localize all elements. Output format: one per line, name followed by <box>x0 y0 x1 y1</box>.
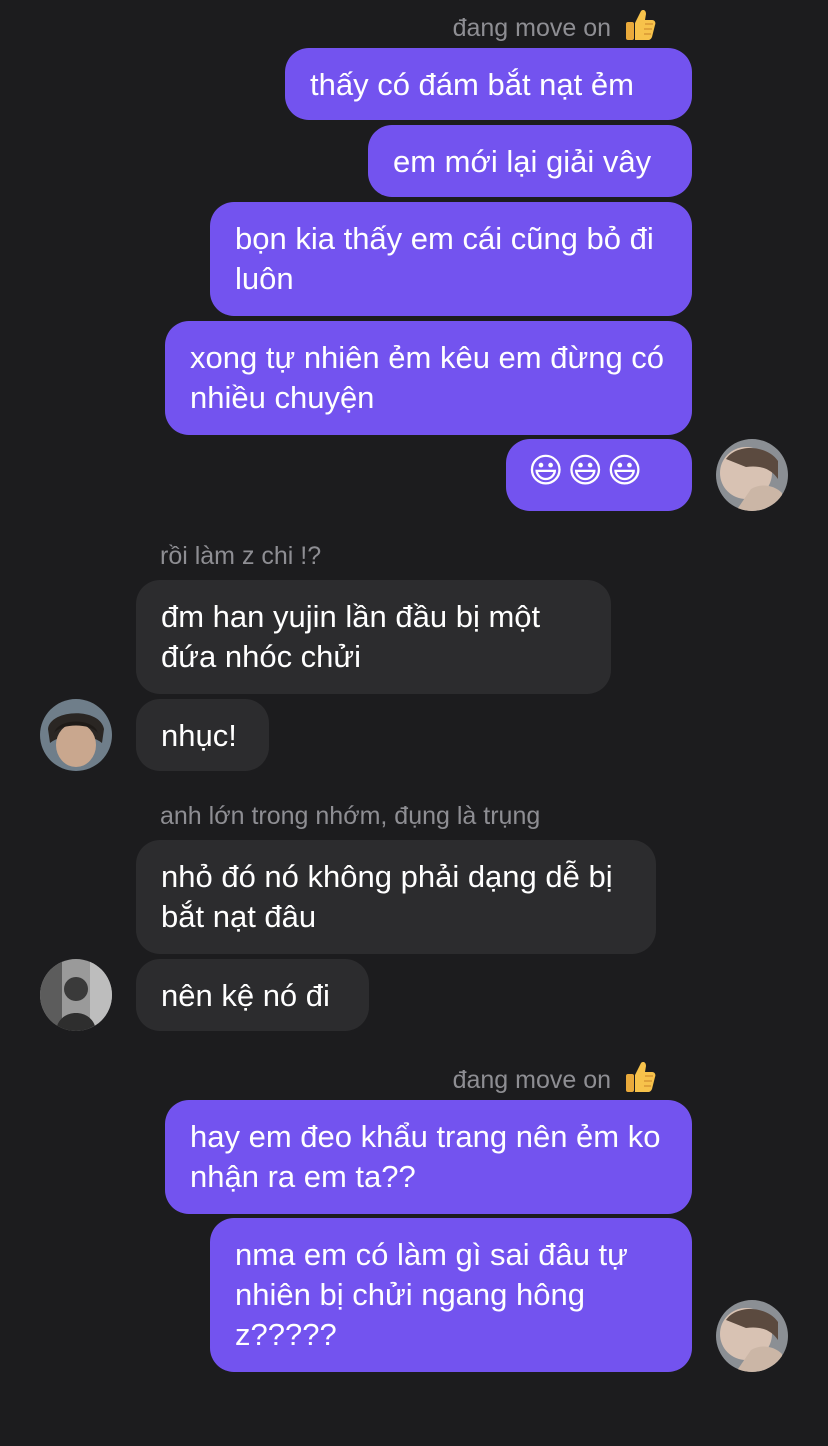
message-text: nhỏ đó nó không phải dạng dễ bị bắt nạt … <box>161 859 613 934</box>
message-text: hay em đeo khẩu trang nên ẻm ko nhận ra … <box>190 1119 661 1194</box>
sender-name-group-1: đang move on <box>453 8 656 50</box>
message-text: 😃😃😃 <box>528 451 647 491</box>
sender-name-group-4: đang move on <box>453 1060 656 1102</box>
avatar[interactable] <box>716 439 788 511</box>
avatar[interactable] <box>40 699 112 771</box>
message-text: em mới lại giải vây <box>393 144 652 179</box>
message-text: thấy có đám bắt nạt ẻm <box>310 67 634 102</box>
message-bubble-incoming[interactable]: nhục! <box>136 699 269 771</box>
avatar[interactable] <box>716 1300 788 1372</box>
thumbs-up-icon <box>624 1060 656 1102</box>
sender-name-text: đang move on <box>452 1066 612 1094</box>
sender-name-group-2: rồi làm z chi !? <box>160 540 321 572</box>
sender-name-text: đang move on <box>452 14 612 42</box>
message-bubble-incoming[interactable]: đm han yujin lần đầu bị một đứa nhóc chử… <box>136 580 611 694</box>
message-text: nma em có làm gì sai đâu tự nhiên bị chử… <box>235 1237 628 1352</box>
thumbs-up-icon <box>624 8 656 50</box>
message-bubble-outgoing[interactable]: xong tự nhiên ẻm kêu em đừng có nhiều ch… <box>165 321 692 435</box>
message-bubble-outgoing[interactable]: 😃😃😃 <box>506 439 692 511</box>
sender-name-group-3: anh lớn trong nhớm, đụng là trụng <box>160 800 540 832</box>
message-text: xong tự nhiên ẻm kêu em đừng có nhiều ch… <box>190 340 665 415</box>
message-bubble-outgoing[interactable]: hay em đeo khẩu trang nên ẻm ko nhận ra … <box>165 1100 692 1214</box>
message-bubble-incoming[interactable]: nhỏ đó nó không phải dạng dễ bị bắt nạt … <box>136 840 656 954</box>
message-bubble-outgoing[interactable]: nma em có làm gì sai đâu tự nhiên bị chử… <box>210 1218 692 1372</box>
message-text: nhục! <box>161 718 237 753</box>
message-text: đm han yujin lần đầu bị một đứa nhóc chử… <box>161 599 541 674</box>
sender-name-text: rồi làm z chi !? <box>160 542 322 570</box>
avatar[interactable] <box>40 959 112 1031</box>
message-bubble-incoming[interactable]: nên kệ nó đi <box>136 959 369 1031</box>
message-bubble-outgoing[interactable]: em mới lại giải vây <box>368 125 692 197</box>
sender-name-text: anh lớn trong nhớm, đụng là trụng <box>160 802 541 830</box>
message-text: nên kệ nó đi <box>161 978 330 1013</box>
message-bubble-outgoing[interactable]: thấy có đám bắt nạt ẻm <box>285 48 692 120</box>
message-bubble-outgoing[interactable]: bọn kia thấy em cái cũng bỏ đi luôn <box>210 202 692 316</box>
message-text: bọn kia thấy em cái cũng bỏ đi luôn <box>235 221 654 296</box>
